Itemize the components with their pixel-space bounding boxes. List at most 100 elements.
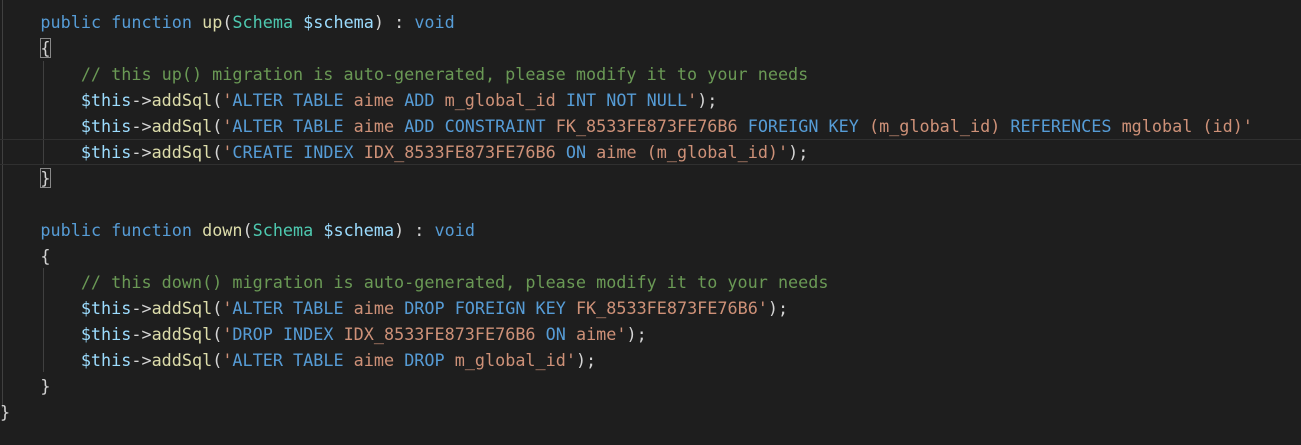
sql-string: aime bbox=[343, 90, 405, 110]
sql-keyword: ALTER TABLE bbox=[232, 350, 344, 370]
sql-string: ' bbox=[222, 350, 233, 370]
sql-keyword: CREATE INDEX bbox=[232, 142, 354, 162]
this-variable: $this bbox=[80, 298, 132, 318]
method-addsql: addSql bbox=[151, 142, 213, 162]
sql-keyword: ADD CONSTRAINT bbox=[404, 116, 546, 136]
code-line-up-sql-3[interactable]: $this->addSql('CREATE INDEX IDX_8533FE87… bbox=[0, 139, 1301, 165]
sql-string: m_global_id bbox=[434, 90, 566, 110]
return-type-void: void bbox=[414, 12, 455, 32]
sql-string: aime' bbox=[565, 324, 627, 344]
code-line-up-open-brace[interactable]: { bbox=[0, 35, 1301, 61]
code-editor[interactable]: public function up(Schema $schema) : voi… bbox=[0, 0, 1301, 445]
code-line-class-close-brace[interactable]: } bbox=[0, 399, 1301, 425]
method-addsql: addSql bbox=[151, 298, 213, 318]
param-schema: $schema bbox=[303, 12, 374, 32]
sql-keyword: DROP INDEX bbox=[232, 324, 334, 344]
arrow-operator: -> bbox=[131, 90, 152, 110]
method-addsql: addSql bbox=[151, 116, 213, 136]
code-line-down-signature[interactable]: public function down(Schema $schema) : v… bbox=[0, 217, 1301, 243]
code-line-down-sql-3[interactable]: $this->addSql('ALTER TABLE aime DROP m_g… bbox=[0, 347, 1301, 373]
statement-end: ); bbox=[697, 90, 718, 110]
sql-string: ' bbox=[222, 90, 233, 110]
sql-string: aime bbox=[343, 298, 405, 318]
code-line-down-close-brace[interactable]: } bbox=[0, 373, 1301, 399]
keyword-function: function bbox=[111, 12, 192, 32]
this-variable: $this bbox=[80, 116, 132, 136]
sql-keyword: ALTER TABLE bbox=[232, 298, 344, 318]
code-line-down-open-brace[interactable]: { bbox=[0, 243, 1301, 269]
arrow-operator: -> bbox=[131, 116, 152, 136]
type-schema: Schema bbox=[252, 220, 314, 240]
paren-open: ( bbox=[212, 90, 223, 110]
sql-keyword: FOREIGN KEY bbox=[747, 116, 859, 136]
arrow-operator: -> bbox=[131, 298, 152, 318]
method-addsql: addSql bbox=[151, 350, 213, 370]
paren-open: ( bbox=[212, 350, 223, 370]
sql-keyword: ON bbox=[565, 142, 587, 162]
code-line-up-sql-1[interactable]: $this->addSql('ALTER TABLE aime ADD m_gl… bbox=[0, 87, 1301, 113]
comment: // this up() migration is auto-generated… bbox=[80, 64, 809, 84]
sql-string: aime bbox=[343, 350, 405, 370]
paren-open: ( bbox=[222, 12, 233, 32]
method-addsql: addSql bbox=[151, 324, 213, 344]
open-brace: { bbox=[40, 38, 51, 58]
statement-end: ); bbox=[788, 142, 809, 162]
this-variable: $this bbox=[80, 350, 132, 370]
function-name-down: down bbox=[202, 220, 243, 240]
sql-string: FK_8533FE873FE76B6' bbox=[565, 298, 768, 318]
sql-keyword: ALTER TABLE bbox=[232, 90, 344, 110]
sql-string: IDX_8533FE873FE76B6 bbox=[333, 324, 546, 344]
return-colon: : bbox=[384, 12, 415, 32]
sql-string: ' bbox=[687, 90, 698, 110]
code-line-up-comment[interactable]: // this up() migration is auto-generated… bbox=[0, 61, 1301, 87]
arrow-operator: -> bbox=[131, 350, 152, 370]
paren-close: ) bbox=[394, 220, 405, 240]
sql-keyword: REFERENCES bbox=[1010, 116, 1112, 136]
paren-close: ) bbox=[373, 12, 384, 32]
sql-keyword: DROP FOREIGN KEY bbox=[404, 298, 566, 318]
sql-string: ' bbox=[222, 116, 233, 136]
class-close-brace: } bbox=[0, 402, 11, 422]
code-line-up-signature[interactable]: public function up(Schema $schema) : voi… bbox=[0, 9, 1301, 35]
sql-string: ' bbox=[222, 324, 233, 344]
statement-end: ); bbox=[767, 298, 789, 318]
method-addsql: addSql bbox=[151, 90, 213, 110]
keyword-public: public bbox=[40, 220, 102, 240]
code-line-down-sql-2[interactable]: $this->addSql('DROP INDEX IDX_8533FE873F… bbox=[0, 321, 1301, 347]
paren-open: ( bbox=[212, 116, 223, 136]
return-colon: : bbox=[404, 220, 435, 240]
code-line-down-sql-1[interactable]: $this->addSql('ALTER TABLE aime DROP FOR… bbox=[0, 295, 1301, 321]
sql-string: mglobal (id)' bbox=[1111, 116, 1253, 136]
sql-string: ' bbox=[222, 298, 233, 318]
statement-end: ); bbox=[575, 350, 597, 370]
keyword-function: function bbox=[111, 220, 192, 240]
this-variable: $this bbox=[80, 90, 132, 110]
code-line-up-close-brace[interactable]: } bbox=[0, 165, 1301, 191]
sql-string: FK_8533FE873FE76B6 bbox=[545, 116, 748, 136]
paren-open: ( bbox=[212, 142, 223, 162]
sql-keyword: INT NOT NULL bbox=[565, 90, 688, 110]
sql-string: IDX_8533FE873FE76B6 bbox=[353, 142, 566, 162]
function-name-up: up bbox=[202, 12, 223, 32]
close-brace: } bbox=[40, 168, 51, 188]
this-variable: $this bbox=[80, 324, 132, 344]
open-brace: { bbox=[40, 246, 51, 266]
sql-keyword: ADD bbox=[404, 90, 435, 110]
return-type-void: void bbox=[434, 220, 475, 240]
param-schema: $schema bbox=[323, 220, 395, 240]
sql-keyword: ALTER TABLE bbox=[232, 116, 344, 136]
sql-string: ' bbox=[222, 142, 233, 162]
sql-string: m_global_id' bbox=[444, 350, 576, 370]
type-schema: Schema bbox=[232, 12, 294, 32]
arrow-operator: -> bbox=[131, 324, 152, 344]
code-line-up-sql-2[interactable]: $this->addSql('ALTER TABLE aime ADD CONS… bbox=[0, 113, 1301, 139]
paren-open: ( bbox=[242, 220, 253, 240]
this-variable: $this bbox=[80, 142, 132, 162]
keyword-public: public bbox=[40, 12, 102, 32]
sql-keyword: ON bbox=[545, 324, 566, 344]
sql-keyword: DROP bbox=[404, 350, 445, 370]
arrow-operator: -> bbox=[131, 142, 152, 162]
code-line-down-comment[interactable]: // this down() migration is auto-generat… bbox=[0, 269, 1301, 295]
sql-string: aime (m_global_id)' bbox=[586, 142, 789, 162]
sql-string: aime bbox=[343, 116, 405, 136]
